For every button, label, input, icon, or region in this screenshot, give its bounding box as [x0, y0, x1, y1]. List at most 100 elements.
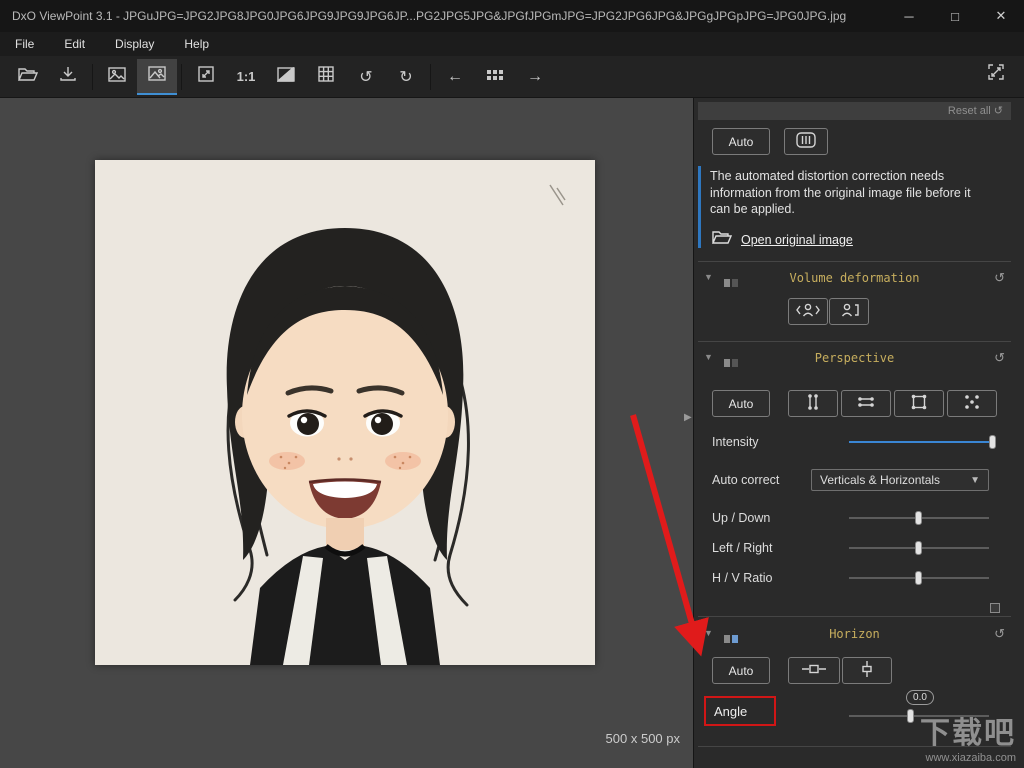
- horizon-header: ▼ Horizon ↺: [698, 625, 1011, 643]
- rotate-left-button[interactable]: ↺: [346, 59, 386, 95]
- menu-help[interactable]: Help: [169, 32, 224, 56]
- up-down-slider-thumb[interactable]: [915, 511, 922, 525]
- vertical-level-button[interactable]: [842, 657, 892, 684]
- contact-sheet-icon: [486, 68, 504, 86]
- points-pattern-icon: [963, 393, 981, 414]
- force-horizontal-button[interactable]: [841, 390, 891, 417]
- auto-correct-dropdown[interactable]: Verticals & Horizontals ▼: [811, 469, 989, 491]
- reset-all-button[interactable]: Reset all ↺: [698, 102, 1011, 120]
- next-image-button[interactable]: →: [515, 59, 555, 95]
- close-button[interactable]: ✕: [978, 0, 1024, 32]
- reset-horizon-icon[interactable]: ↺: [994, 625, 1005, 643]
- previous-image-button[interactable]: ←: [435, 59, 475, 95]
- horizontal-lines-icon: [857, 393, 875, 414]
- export-icon: [59, 66, 77, 87]
- rectangle-corners-icon: [910, 393, 928, 414]
- toolbar-separator: [92, 63, 93, 90]
- perspective-title: Perspective: [814, 351, 895, 365]
- hv-ratio-slider-thumb[interactable]: [915, 571, 922, 585]
- equalizer-icon: [796, 132, 816, 151]
- reset-perspective-icon[interactable]: ↺: [994, 349, 1005, 367]
- open-folder-button[interactable]: [8, 59, 48, 95]
- section-enable-icon[interactable]: [724, 274, 738, 292]
- compare-icon: [276, 65, 295, 87]
- divider: [698, 261, 1011, 262]
- auto-distortion-button[interactable]: Auto: [712, 128, 770, 155]
- left-right-label: Left / Right: [712, 541, 773, 555]
- volume-horizontal-button[interactable]: [788, 298, 828, 325]
- thumbnail-image-icon: [108, 66, 126, 87]
- chevron-down-icon: ▼: [970, 474, 980, 486]
- minimize-button[interactable]: ─: [886, 0, 932, 32]
- volume-diagonal-button[interactable]: [829, 298, 869, 325]
- chevron-down-icon[interactable]: ▼: [704, 628, 713, 638]
- open-folder-icon: [17, 66, 39, 87]
- horizon-title: Horizon: [829, 627, 880, 641]
- photo-preview[interactable]: [95, 160, 595, 665]
- reset-volume-icon[interactable]: ↺: [994, 269, 1005, 287]
- image-size-label: 500 x 500 px: [605, 731, 680, 746]
- auto-correct-label: Auto correct: [712, 473, 780, 487]
- left-right-slider-thumb[interactable]: [915, 541, 922, 555]
- portrait-illustration: [95, 160, 595, 665]
- intensity-slider-thumb[interactable]: [989, 435, 996, 449]
- section-enable-icon[interactable]: [724, 354, 738, 372]
- zoom-1-1-button[interactable]: 1:1: [226, 59, 266, 95]
- open-original-image-link[interactable]: Open original image: [711, 229, 853, 250]
- vertical-level-icon: [860, 660, 874, 681]
- fit-view-button[interactable]: [186, 59, 226, 95]
- scroll-indicator[interactable]: [990, 603, 1000, 613]
- maximize-button[interactable]: □: [932, 0, 978, 32]
- left-right-slider[interactable]: [849, 540, 989, 556]
- menu-display[interactable]: Display: [100, 32, 169, 56]
- title-bar: DxO ViewPoint 3.1 - JPGuJPG=JPG2JPG8JPG0…: [0, 0, 1024, 32]
- angle-slider[interactable]: [849, 708, 989, 724]
- thumbnail-view-button[interactable]: [97, 59, 137, 95]
- window-title: DxO ViewPoint 3.1 - JPGuJPG=JPG2JPG8JPG0…: [12, 9, 847, 23]
- compare-button[interactable]: [266, 59, 306, 95]
- angle-slider-thumb[interactable]: [907, 709, 914, 723]
- image-view-button[interactable]: [137, 58, 177, 95]
- hv-ratio-slider[interactable]: [849, 570, 989, 586]
- menu-edit[interactable]: Edit: [49, 32, 100, 56]
- toolbar-separator: [430, 63, 431, 90]
- menu-file[interactable]: File: [0, 32, 49, 56]
- folder-icon: [711, 229, 733, 250]
- contact-sheet-button[interactable]: [475, 59, 515, 95]
- menu-bar: File Edit Display Help: [0, 32, 1024, 56]
- force-vertical-button[interactable]: [788, 390, 838, 417]
- rotate-right-icon: ↻: [399, 68, 413, 86]
- intensity-label: Intensity: [712, 435, 759, 449]
- chevron-down-icon[interactable]: ▼: [704, 272, 713, 282]
- up-down-label: Up / Down: [712, 511, 771, 525]
- intensity-slider[interactable]: [849, 434, 996, 450]
- panel-collapse-handle[interactable]: ▶: [684, 412, 692, 423]
- horizon-level-button[interactable]: [788, 657, 840, 684]
- hv-ratio-label: H / V Ratio: [712, 571, 773, 585]
- angle-label-highlight: Angle: [704, 696, 776, 726]
- force-rectangle-button[interactable]: [894, 390, 944, 417]
- export-button[interactable]: [48, 59, 88, 95]
- grid-overlay-button[interactable]: [306, 59, 346, 95]
- horizontal-level-icon: [801, 663, 827, 678]
- eight-point-button[interactable]: [947, 390, 997, 417]
- auto-perspective-button[interactable]: Auto: [712, 390, 770, 417]
- chevron-down-icon[interactable]: ▼: [704, 352, 713, 362]
- perspective-header: ▼ Perspective ↺: [698, 349, 1011, 367]
- fullscreen-button[interactable]: [976, 56, 1016, 92]
- open-original-image-label: Open original image: [741, 232, 853, 247]
- auto-correct-value: Verticals & Horizontals: [820, 473, 941, 487]
- person-h-correction-icon: [796, 302, 820, 321]
- notice-accent-bar: [698, 166, 701, 248]
- arrow-right-icon: →: [527, 67, 543, 85]
- volume-deformation-header: ▼ Volume deformation ↺: [698, 269, 1011, 287]
- toolbar: 1:1 ↺ ↻ ← →: [0, 56, 1024, 98]
- auto-horizon-button[interactable]: Auto: [712, 657, 770, 684]
- up-down-slider[interactable]: [849, 510, 989, 526]
- divider: [698, 746, 1011, 747]
- section-enable-icon[interactable]: [724, 630, 738, 648]
- grid-icon: [318, 66, 334, 87]
- distortion-mode-button[interactable]: [784, 128, 828, 155]
- notice-text: The automated distortion correction need…: [710, 169, 971, 216]
- rotate-right-button[interactable]: ↻: [386, 59, 426, 95]
